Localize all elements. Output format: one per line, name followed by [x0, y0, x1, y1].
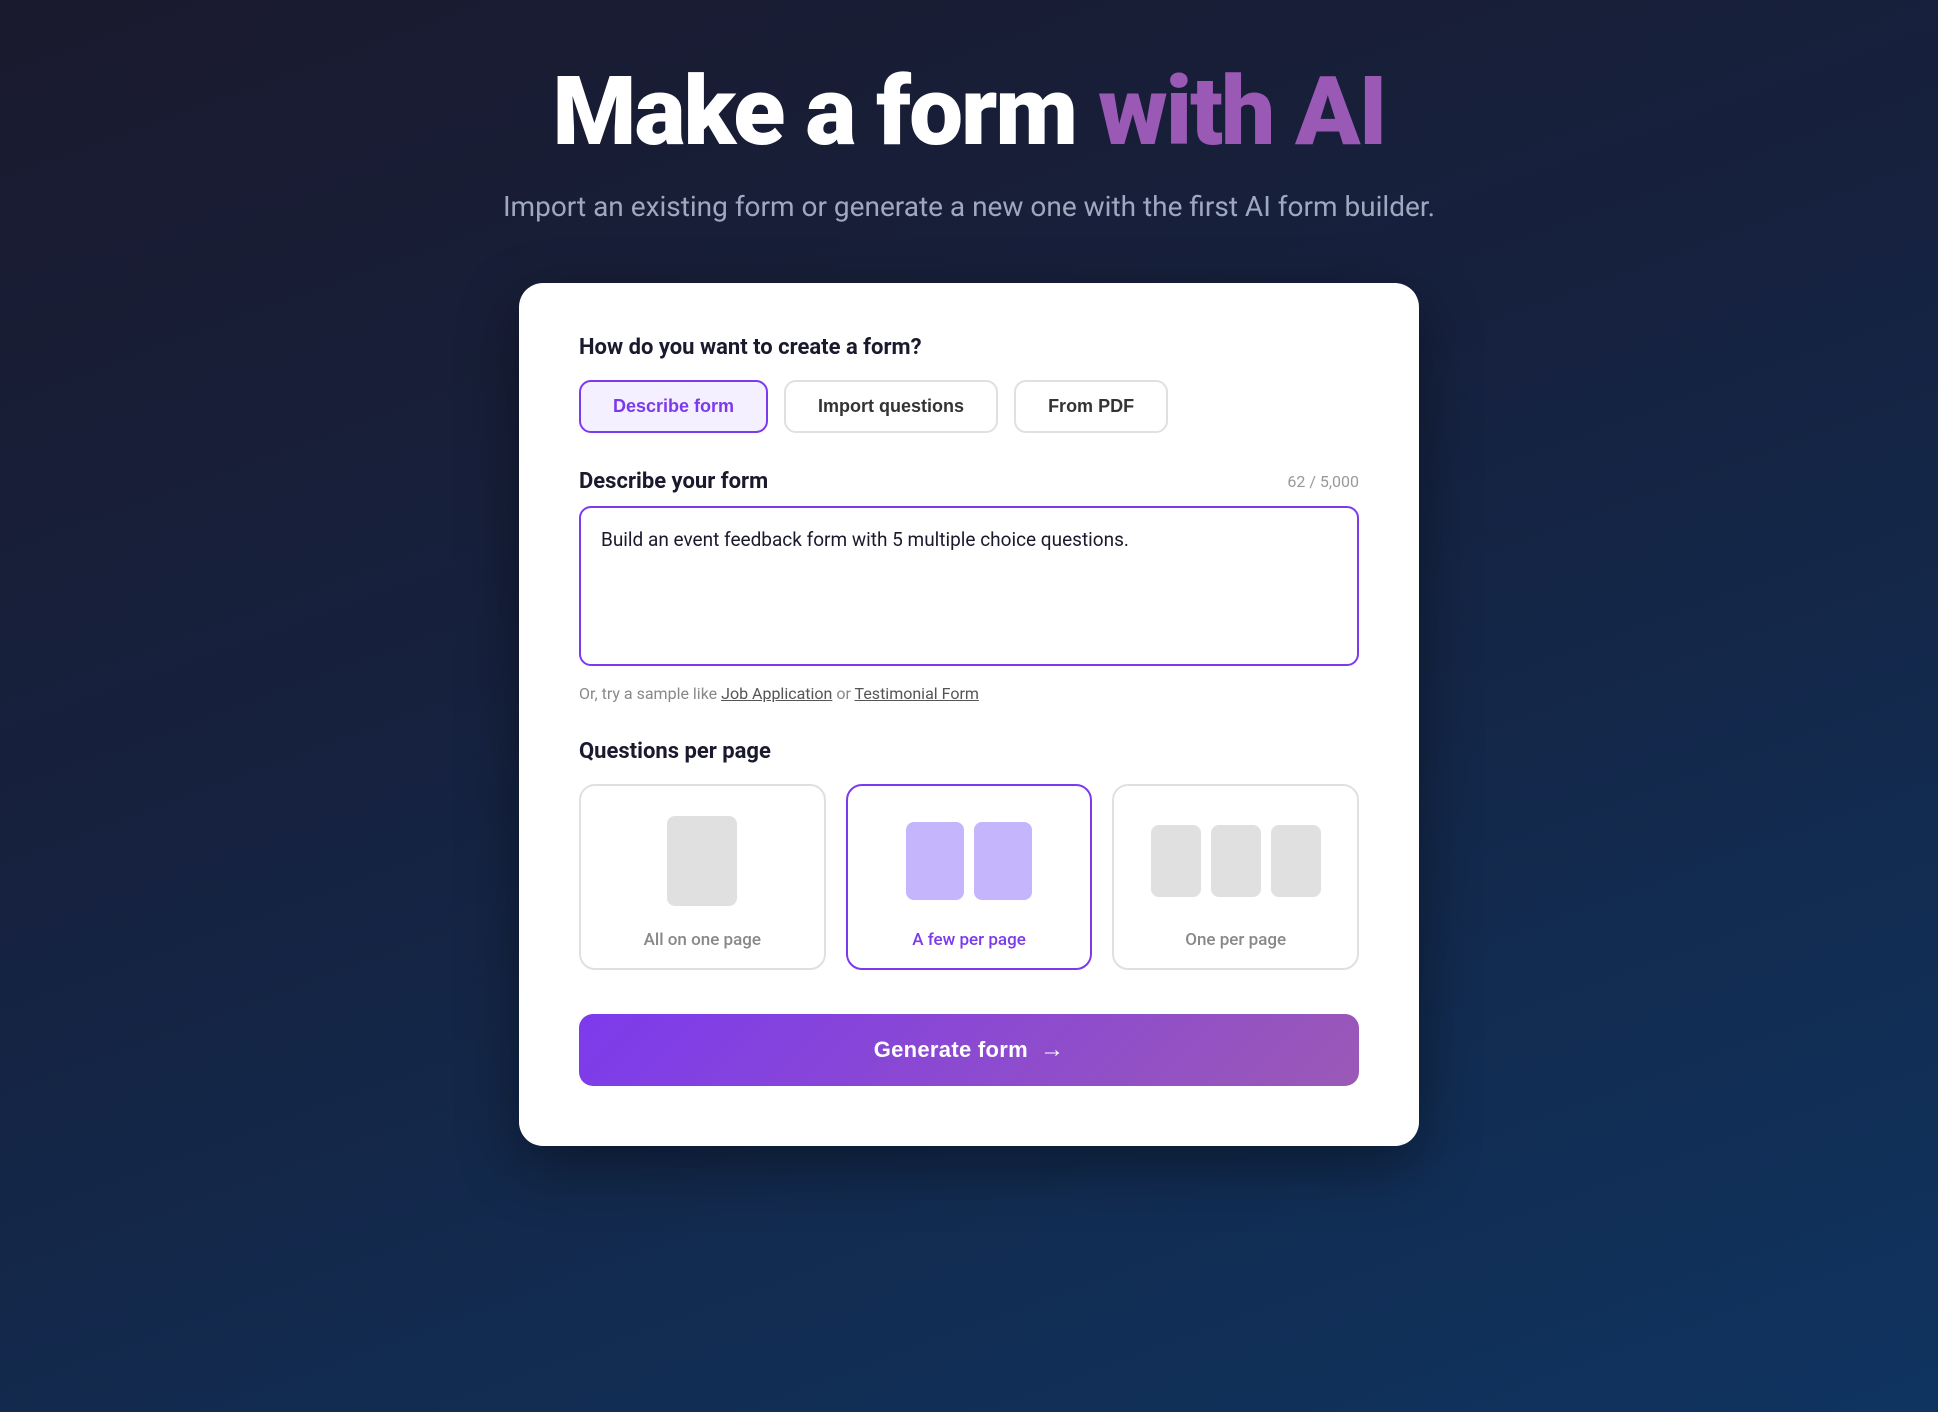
creation-method-label: How do you want to create a form? — [579, 335, 1359, 360]
questions-per-page-section: Questions per page All on one page A few… — [579, 739, 1359, 970]
generate-button[interactable]: Generate form → — [579, 1014, 1359, 1086]
one-block-2 — [1211, 825, 1261, 897]
layout-one-preview — [1130, 806, 1341, 916]
tab-describe[interactable]: Describe form — [579, 380, 768, 433]
creation-tabs: Describe form Import questions From PDF — [579, 380, 1359, 433]
describe-textarea[interactable] — [579, 506, 1359, 666]
few-block-2 — [974, 822, 1032, 900]
qpp-label: Questions per page — [579, 739, 1359, 764]
layout-few-preview — [864, 806, 1075, 916]
hero-subtitle: Import an existing form or generate a ne… — [503, 190, 1435, 223]
layout-one[interactable]: One per page — [1112, 784, 1359, 970]
layout-all-preview — [597, 806, 808, 916]
layout-few[interactable]: A few per page — [846, 784, 1093, 970]
few-block-1 — [906, 822, 964, 900]
hero-title-plain: Make a form — [552, 56, 1098, 168]
layout-all-label: All on one page — [644, 930, 761, 950]
sample-link-testimonial[interactable]: Testimonial Form — [855, 684, 979, 703]
layout-options: All on one page A few per page One per p… — [579, 784, 1359, 970]
sample-hint-text: Or, try a sample like — [579, 684, 717, 703]
describe-label-row: Describe your form 62 / 5,000 — [579, 469, 1359, 494]
describe-form-label: Describe your form — [579, 469, 768, 494]
tab-import[interactable]: Import questions — [784, 380, 998, 433]
layout-one-label: One per page — [1185, 930, 1286, 950]
layout-all[interactable]: All on one page — [579, 784, 826, 970]
sample-link-job[interactable]: Job Application — [721, 684, 832, 703]
sample-connector: or — [836, 684, 851, 703]
all-block — [667, 816, 737, 906]
tab-pdf[interactable]: From PDF — [1014, 380, 1168, 433]
hero-title: Make a form with AI — [552, 60, 1385, 166]
one-block-3 — [1271, 825, 1321, 897]
sample-hint: Or, try a sample like Job Application or… — [579, 684, 1359, 703]
generate-button-label: Generate form — [874, 1037, 1028, 1063]
layout-few-label: A few per page — [912, 930, 1026, 950]
main-card: How do you want to create a form? Descri… — [519, 283, 1419, 1146]
char-count: 62 / 5,000 — [1287, 472, 1359, 491]
one-block-1 — [1151, 825, 1201, 897]
generate-button-arrow: → — [1040, 1036, 1064, 1064]
hero-title-highlight: with AI — [1098, 56, 1386, 168]
